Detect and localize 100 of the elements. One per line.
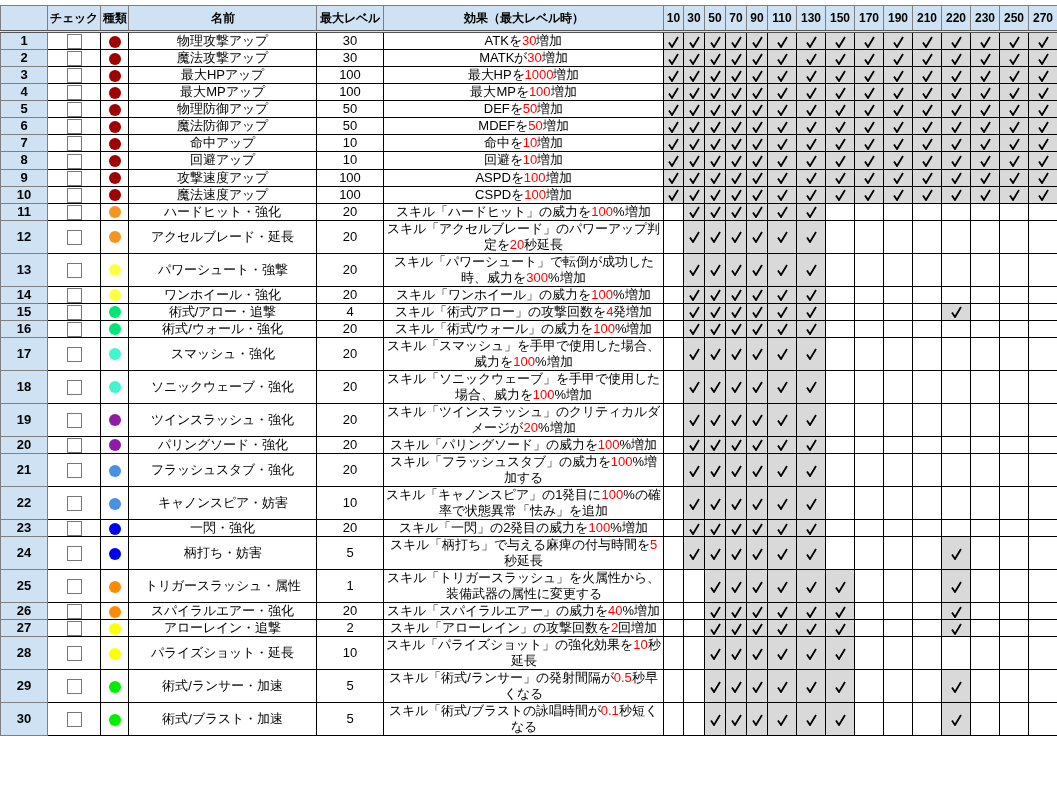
- checkbox[interactable]: [66, 462, 82, 478]
- check-icon: [776, 231, 788, 244]
- column-header: 50: [704, 5, 726, 32]
- check-icon: [751, 464, 763, 477]
- effect-cell: 命中を10増加: [383, 134, 664, 152]
- checkbox[interactable]: [66, 204, 82, 220]
- max-level-cell: 20: [316, 320, 384, 338]
- check-icon: [805, 547, 817, 560]
- checkbox[interactable]: [66, 136, 82, 152]
- name-cell: 術式/ランサー・加速: [128, 669, 317, 703]
- max-level-cell: 20: [316, 403, 384, 437]
- check-icon: [730, 264, 742, 277]
- check-icon: [950, 547, 962, 560]
- effect-cell: CSPDを100増加: [383, 186, 664, 204]
- max-level-cell: 30: [316, 49, 384, 67]
- checkbox[interactable]: [66, 170, 82, 186]
- row-number: 18: [0, 370, 48, 404]
- name-cell: アクセルブレード・延長: [128, 220, 317, 254]
- checkbox[interactable]: [66, 604, 82, 620]
- check-icon: [751, 348, 763, 361]
- checkbox[interactable]: [66, 412, 82, 428]
- check-icon: [805, 647, 817, 660]
- checkbox[interactable]: [66, 34, 82, 50]
- name-cell: 一閃・強化: [128, 519, 317, 537]
- effect-cell: スキル「一閃」の2発目の威力を100%増加: [383, 519, 664, 537]
- row-number: 19: [0, 403, 48, 437]
- checkbox[interactable]: [66, 646, 82, 662]
- checkbox[interactable]: [66, 346, 82, 362]
- column-header: 130: [796, 5, 826, 32]
- check-icon: [751, 680, 763, 693]
- effect-cell: スキル「ワンホイール」の威力を100%増加: [383, 286, 664, 304]
- checkbox[interactable]: [66, 495, 82, 511]
- max-level-cell: 2: [316, 619, 384, 637]
- effect-cell: スキル「フラッシュスタブ」の威力を100%増加する: [383, 453, 664, 487]
- checkbox[interactable]: [66, 119, 82, 135]
- max-level-cell: 30: [316, 31, 384, 50]
- checkbox[interactable]: [66, 187, 82, 203]
- checkbox[interactable]: [66, 321, 82, 337]
- column-header: 70: [725, 5, 747, 32]
- name-cell: 物理攻撃アップ: [128, 31, 317, 50]
- checkbox[interactable]: [66, 85, 82, 101]
- checkbox[interactable]: [66, 153, 82, 169]
- row-number: 21: [0, 453, 48, 487]
- check-icon: [805, 381, 817, 394]
- checkbox[interactable]: [66, 546, 82, 562]
- checkbox[interactable]: [66, 304, 82, 320]
- check-icon: [709, 464, 721, 477]
- checkbox[interactable]: [66, 102, 82, 118]
- effect-cell: DEFを50増加: [383, 100, 664, 118]
- check-icon: [751, 497, 763, 510]
- effect-cell: スキル「柄打ち」で与える麻痺の付与時間を5 秒延長: [383, 536, 664, 570]
- max-level-cell: 1: [316, 569, 384, 603]
- checkbox[interactable]: [66, 51, 82, 67]
- check-icon: [709, 680, 721, 693]
- checkbox[interactable]: [66, 287, 82, 303]
- check-icon: [688, 264, 700, 277]
- column-header: 種類: [100, 5, 129, 32]
- name-cell: パリングソード・強化: [128, 436, 317, 454]
- check-icon: [688, 547, 700, 560]
- check-icon: [950, 680, 962, 693]
- effect-cell: スキル「術式/アロー」の攻撃回数を4発増加: [383, 303, 664, 321]
- checkbox[interactable]: [66, 379, 82, 395]
- checkbox[interactable]: [66, 229, 82, 245]
- check-icon: [805, 414, 817, 427]
- checkbox[interactable]: [66, 579, 82, 595]
- checkbox[interactable]: [66, 262, 82, 278]
- checkbox[interactable]: [66, 679, 82, 695]
- effect-cell: スキル「ソニックウェーブ」を手甲で使用した場合、威力を100%増加: [383, 370, 664, 404]
- check-icon: [709, 381, 721, 394]
- column-header: 30: [683, 5, 705, 32]
- checkbox[interactable]: [66, 621, 82, 637]
- check-icon: [834, 647, 846, 660]
- name-cell: 物理防御アップ: [128, 100, 317, 118]
- checkbox[interactable]: [66, 68, 82, 84]
- effect-cell: スキル「ハードヒット」の威力を100%増加: [383, 203, 664, 221]
- check-icon: [730, 580, 742, 593]
- row-number: 28: [0, 636, 48, 670]
- max-level-cell: 50: [316, 117, 384, 135]
- checkbox[interactable]: [66, 521, 82, 536]
- effect-cell: スキル「アクセルブレード」のパワーアップ判定を20秒延長: [383, 220, 664, 254]
- effect-cell: スキル「パワーシュート」で転倒が成功した時、威力を300%増加: [383, 253, 664, 287]
- name-cell: ソニックウェーブ・強化: [128, 370, 317, 404]
- name-cell: フラッシュスタブ・強化: [128, 453, 317, 487]
- check-icon: [776, 713, 788, 726]
- column-header: 効果（最大レベル時）: [383, 5, 664, 32]
- check-icon: [751, 264, 763, 277]
- name-cell: 術式/アロー・追撃: [128, 303, 317, 321]
- name-cell: 最大MPアップ: [128, 83, 317, 101]
- max-level-cell: 5: [316, 702, 384, 736]
- check-icon: [751, 414, 763, 427]
- checkbox[interactable]: [66, 712, 82, 728]
- effect-cell: 最大HPを1000増加: [383, 66, 664, 84]
- check-icon: [950, 580, 962, 593]
- name-cell: パワーシュート・強撃: [128, 253, 317, 287]
- check-icon: [834, 580, 846, 593]
- max-level-cell: 20: [316, 220, 384, 254]
- checkbox[interactable]: [66, 437, 82, 453]
- name-cell: トリガースラッシュ・属性: [128, 569, 317, 603]
- max-level-cell: 20: [316, 253, 384, 287]
- column-header: 270: [1028, 5, 1057, 32]
